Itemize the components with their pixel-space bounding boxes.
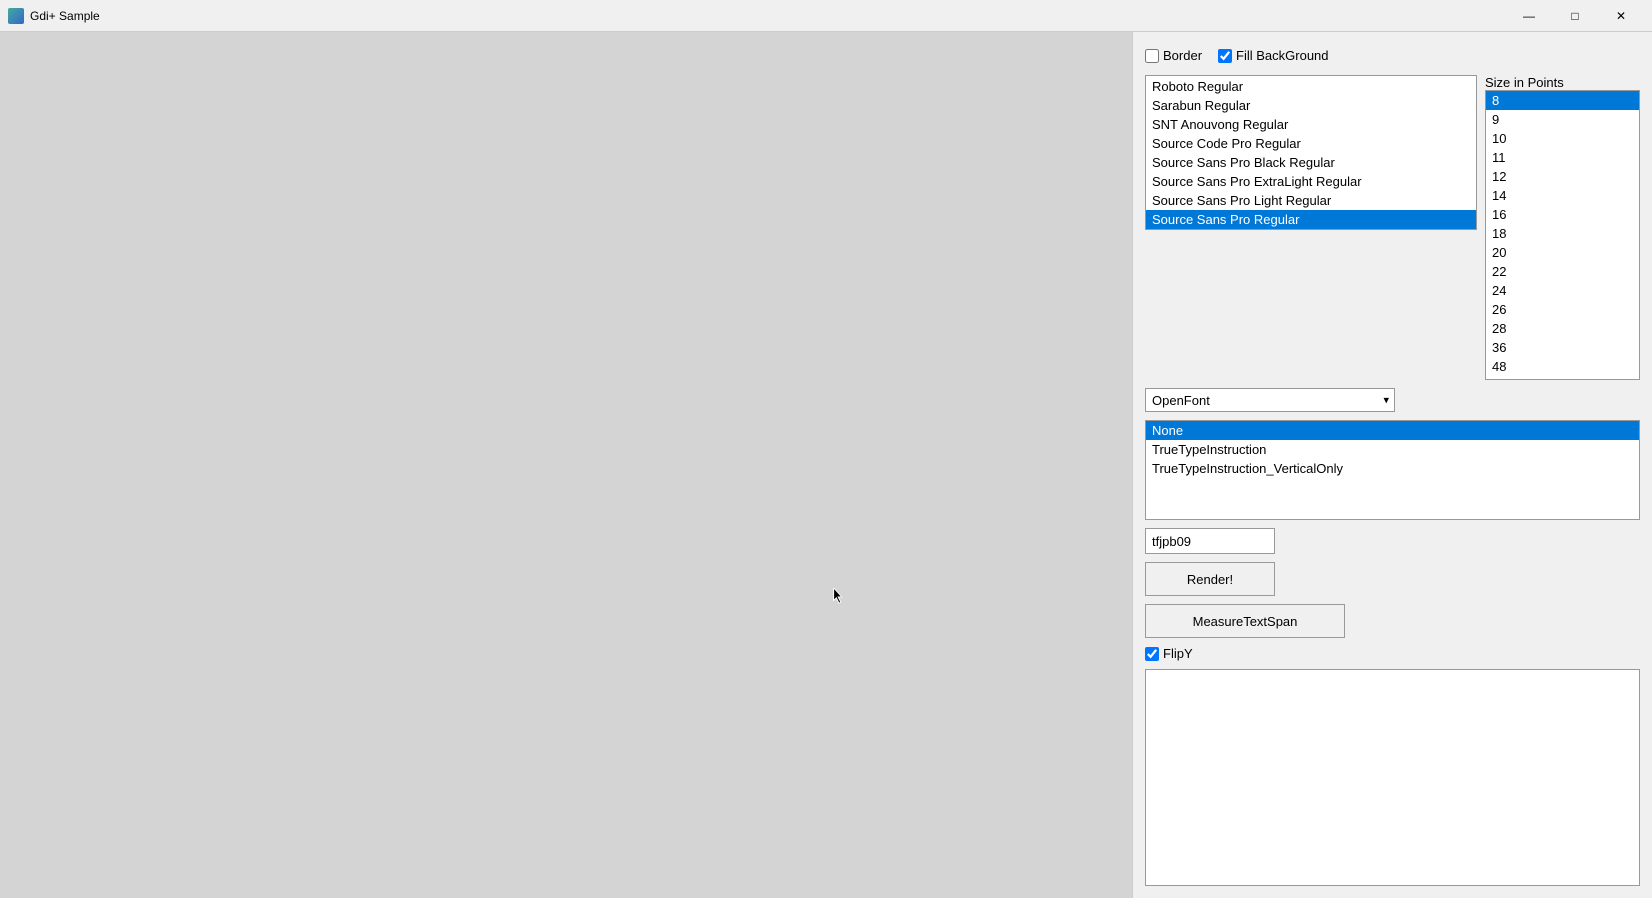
size-list-item[interactable]: 11 xyxy=(1486,148,1639,167)
font-size-row: Noto Color Emoji RegularRoboto RegularSa… xyxy=(1145,75,1640,380)
text-input-row xyxy=(1145,528,1640,554)
close-button[interactable]: ✕ xyxy=(1598,0,1644,32)
size-list-item[interactable]: 8 xyxy=(1486,91,1639,110)
text-input[interactable] xyxy=(1145,528,1275,554)
size-list-item[interactable]: 28 xyxy=(1486,319,1639,338)
app-icon xyxy=(8,8,24,24)
size-in-points-label: Size in Points xyxy=(1485,75,1640,90)
hinting-list-item[interactable]: None xyxy=(1146,421,1639,440)
dropdown-container: OpenFontGdiFont xyxy=(1145,388,1640,412)
window-controls: — □ ✕ xyxy=(1506,0,1644,32)
open-font-dropdown[interactable]: OpenFontGdiFont xyxy=(1145,388,1395,412)
size-list-item[interactable]: 16 xyxy=(1486,205,1639,224)
size-panel: Size in Points 8910111214161820222426283… xyxy=(1485,75,1640,380)
border-checkbox-item[interactable]: Border xyxy=(1145,48,1202,63)
mouse-cursor xyxy=(833,588,845,604)
window-title: Gdi+ Sample xyxy=(30,9,1506,23)
fill-background-checkbox[interactable] xyxy=(1218,49,1232,63)
size-list-item[interactable]: 12 xyxy=(1486,167,1639,186)
font-list-item[interactable]: Roboto Regular xyxy=(1146,77,1476,96)
size-list-item[interactable]: 48 xyxy=(1486,357,1639,376)
right-panel: Border Fill BackGround Noto Color Emoji … xyxy=(1132,32,1652,898)
size-list-container: 891011121416182022242628364872 xyxy=(1485,90,1640,380)
border-checkbox[interactable] xyxy=(1145,49,1159,63)
flipy-label: FlipY xyxy=(1163,646,1193,661)
size-list[interactable]: 891011121416182022242628364872 xyxy=(1486,91,1639,379)
checkbox-row: Border Fill BackGround xyxy=(1145,44,1640,67)
font-list-area: Noto Color Emoji RegularRoboto RegularSa… xyxy=(1145,75,1477,230)
main-content: Border Fill BackGround Noto Color Emoji … xyxy=(0,32,1652,898)
flipy-checkbox-item[interactable]: FlipY xyxy=(1145,646,1193,661)
size-list-item[interactable]: 9 xyxy=(1486,110,1639,129)
font-list[interactable]: Noto Color Emoji RegularRoboto RegularSa… xyxy=(1146,76,1476,229)
font-list-item[interactable]: Source Sans Pro Light Regular xyxy=(1146,191,1476,210)
flipy-row: FlipY xyxy=(1145,646,1640,661)
preview-box xyxy=(1145,669,1640,886)
font-list-item[interactable]: Source Code Pro Regular xyxy=(1146,134,1476,153)
render-button[interactable]: Render! xyxy=(1145,562,1275,596)
render-button-row: Render! xyxy=(1145,562,1640,596)
title-bar: Gdi+ Sample — □ ✕ xyxy=(0,0,1652,32)
measure-button-row: MeasureTextSpan xyxy=(1145,604,1640,638)
canvas-area xyxy=(0,32,1132,898)
border-label: Border xyxy=(1163,48,1202,63)
font-list-item[interactable]: Sarabun Regular xyxy=(1146,96,1476,115)
maximize-button[interactable]: □ xyxy=(1552,0,1598,32)
font-list-item[interactable]: Source Sans Pro Regular xyxy=(1146,210,1476,229)
font-list-item[interactable]: Source Sans Pro Black Regular xyxy=(1146,153,1476,172)
size-list-item[interactable]: 18 xyxy=(1486,224,1639,243)
font-list-item[interactable]: SNT Anouvong Regular xyxy=(1146,115,1476,134)
measure-text-span-button[interactable]: MeasureTextSpan xyxy=(1145,604,1345,638)
minimize-button[interactable]: — xyxy=(1506,0,1552,32)
size-list-item[interactable]: 26 xyxy=(1486,300,1639,319)
size-list-item[interactable]: 10 xyxy=(1486,129,1639,148)
size-list-item[interactable]: 14 xyxy=(1486,186,1639,205)
hinting-list[interactable]: NoneTrueTypeInstructionTrueTypeInstructi… xyxy=(1146,421,1639,478)
size-list-item[interactable]: 20 xyxy=(1486,243,1639,262)
font-list-item[interactable]: Source Sans Pro ExtraLight Regular xyxy=(1146,172,1476,191)
size-list-item[interactable]: 72 xyxy=(1486,376,1639,379)
fill-background-checkbox-item[interactable]: Fill BackGround xyxy=(1218,48,1328,63)
flipy-checkbox[interactable] xyxy=(1145,647,1159,661)
dropdown-wrapper: OpenFontGdiFont xyxy=(1145,388,1395,412)
size-list-item[interactable]: 36 xyxy=(1486,338,1639,357)
size-list-item[interactable]: 24 xyxy=(1486,281,1639,300)
fill-background-label: Fill BackGround xyxy=(1236,48,1328,63)
hinting-list-item[interactable]: TrueTypeInstruction_VerticalOnly xyxy=(1146,459,1639,478)
size-list-item[interactable]: 22 xyxy=(1486,262,1639,281)
hinting-list-container: NoneTrueTypeInstructionTrueTypeInstructi… xyxy=(1145,420,1640,520)
hinting-list-item[interactable]: TrueTypeInstruction xyxy=(1146,440,1639,459)
font-list-container: Noto Color Emoji RegularRoboto RegularSa… xyxy=(1145,75,1477,230)
